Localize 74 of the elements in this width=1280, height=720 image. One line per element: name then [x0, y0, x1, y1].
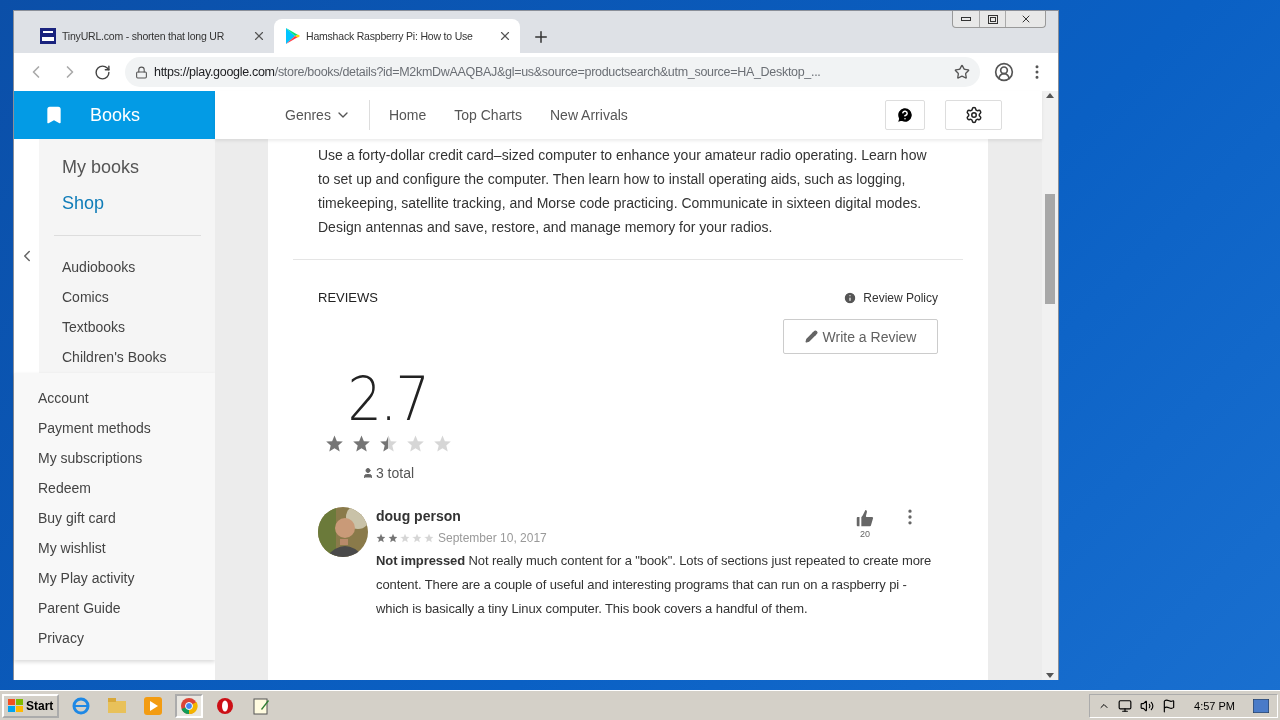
account-link[interactable]: My wishlist — [38, 533, 215, 563]
account-link[interactable]: Buy gift card — [38, 503, 215, 533]
star-icon — [388, 533, 398, 543]
star-icon — [351, 434, 371, 453]
thumbs-up-icon[interactable] — [854, 507, 876, 529]
clock: 4:57 PM — [1194, 699, 1235, 712]
account-link[interactable]: Payment methods — [38, 413, 215, 443]
write-review-button[interactable]: Write a Review — [783, 319, 938, 354]
help-icon — [896, 106, 914, 124]
category-link[interactable]: Textbooks — [62, 312, 201, 342]
network-icon[interactable] — [1118, 698, 1133, 713]
flag-icon[interactable] — [1162, 698, 1177, 713]
site-icon — [40, 28, 56, 44]
minimize-icon[interactable] — [961, 17, 971, 21]
sidebar-item[interactable]: Shop — [62, 185, 201, 221]
browser-tab[interactable]: Hamshack Raspberry Pi: How to Use — [274, 19, 520, 53]
book-icon — [44, 105, 64, 125]
average-rating: 2.7 — [347, 364, 429, 434]
scrollbar[interactable] — [1042, 91, 1058, 680]
settings-button[interactable] — [945, 100, 1002, 130]
account-link[interactable]: Redeem — [38, 473, 215, 503]
star-icon — [376, 533, 386, 543]
genres-dropdown[interactable]: Genres — [267, 100, 370, 130]
profile-icon[interactable] — [994, 62, 1014, 82]
settings-icon — [964, 106, 983, 124]
browser-tab[interactable]: TinyURL.com - shorten that long UR — [28, 19, 274, 53]
account-link[interactable]: Parent Guide — [38, 593, 215, 623]
start-button[interactable]: Start — [2, 693, 60, 718]
nav-link[interactable]: Top Charts — [440, 107, 536, 123]
sidebar-item[interactable]: My books — [62, 149, 201, 185]
restore-icon[interactable] — [987, 14, 998, 24]
close-icon[interactable] — [252, 29, 266, 43]
person-icon — [361, 467, 374, 479]
review-date: September 10, 2017 — [438, 531, 547, 545]
reviewer-name: doug person — [376, 508, 461, 524]
reload-icon[interactable] — [94, 63, 111, 81]
star-icon — [405, 434, 425, 453]
review-text: Not impressed Not really much content for a "book". Lots of sections just repeated to create more content. There are a couple of useful and interesting programs that can run on a raspberry pi - which is basically a tiny Linux computer. This book covers a handful of them. — [376, 552, 933, 618]
like-count: 20 — [860, 529, 870, 539]
category-link[interactable]: Children's Books — [62, 342, 201, 372]
account-link[interactable]: My Play activity — [38, 563, 215, 593]
review-policy-link[interactable]: Review Policy — [843, 290, 938, 305]
star-icon — [412, 533, 422, 543]
address-bar[interactable]: https://play.google.com/store/books/details?id=M2kmDwAAQBAJ&gl=us&source=productsearch&utm_source=HA_Desktop_... — [125, 57, 980, 87]
windows-logo-icon — [8, 698, 24, 713]
account-link[interactable]: Account — [38, 383, 215, 413]
category-link[interactable]: Audiobooks — [62, 252, 201, 282]
star-icon — [324, 434, 344, 453]
star-icon — [424, 533, 434, 543]
chrome-icon[interactable] — [175, 693, 204, 718]
category-link[interactable]: Comics — [62, 282, 201, 312]
bookmark-star-icon[interactable] — [954, 64, 970, 80]
app-title: Books — [90, 104, 141, 126]
play-logo-icon — [286, 28, 300, 44]
info-icon — [843, 290, 858, 305]
nav-link[interactable]: New Arrivals — [536, 107, 642, 123]
new-tab-icon[interactable] — [532, 28, 550, 46]
account-link[interactable]: Privacy — [38, 623, 215, 653]
book-description: Use a forty-dollar credit card–sized computer to enhance your amateur radio operating. Learn how to set up and configure the computer. Then learn how to install operating aids, such as logging, timekeeping, satellite tracking, and Morse code practicing. Communicate in sixteen digital modes. Design antennas and save, restore, and manage memory for your radios. — [293, 139, 963, 260]
star-icon — [400, 533, 410, 543]
url-path: /store/books/details?id=M2kmDwAAQBAJ&gl=us&source=productsearch&utm_source=HA_Desktop_... — [274, 65, 822, 79]
show-desktop-icon[interactable] — [1253, 698, 1269, 713]
pencil-icon — [804, 330, 818, 343]
url-host: https://play.google.com — [154, 65, 275, 79]
nav-link[interactable]: Home — [374, 107, 441, 123]
total-ratings: 3 total — [361, 465, 415, 481]
help-button[interactable] — [885, 100, 925, 130]
reviews-heading: REVIEWS — [318, 290, 378, 305]
star-icon — [378, 434, 398, 453]
star-icon — [432, 434, 452, 453]
close-icon[interactable] — [498, 29, 512, 43]
account-link[interactable]: My subscriptions — [38, 443, 215, 473]
volume-icon[interactable] — [1140, 698, 1155, 713]
lock-icon — [135, 65, 148, 79]
